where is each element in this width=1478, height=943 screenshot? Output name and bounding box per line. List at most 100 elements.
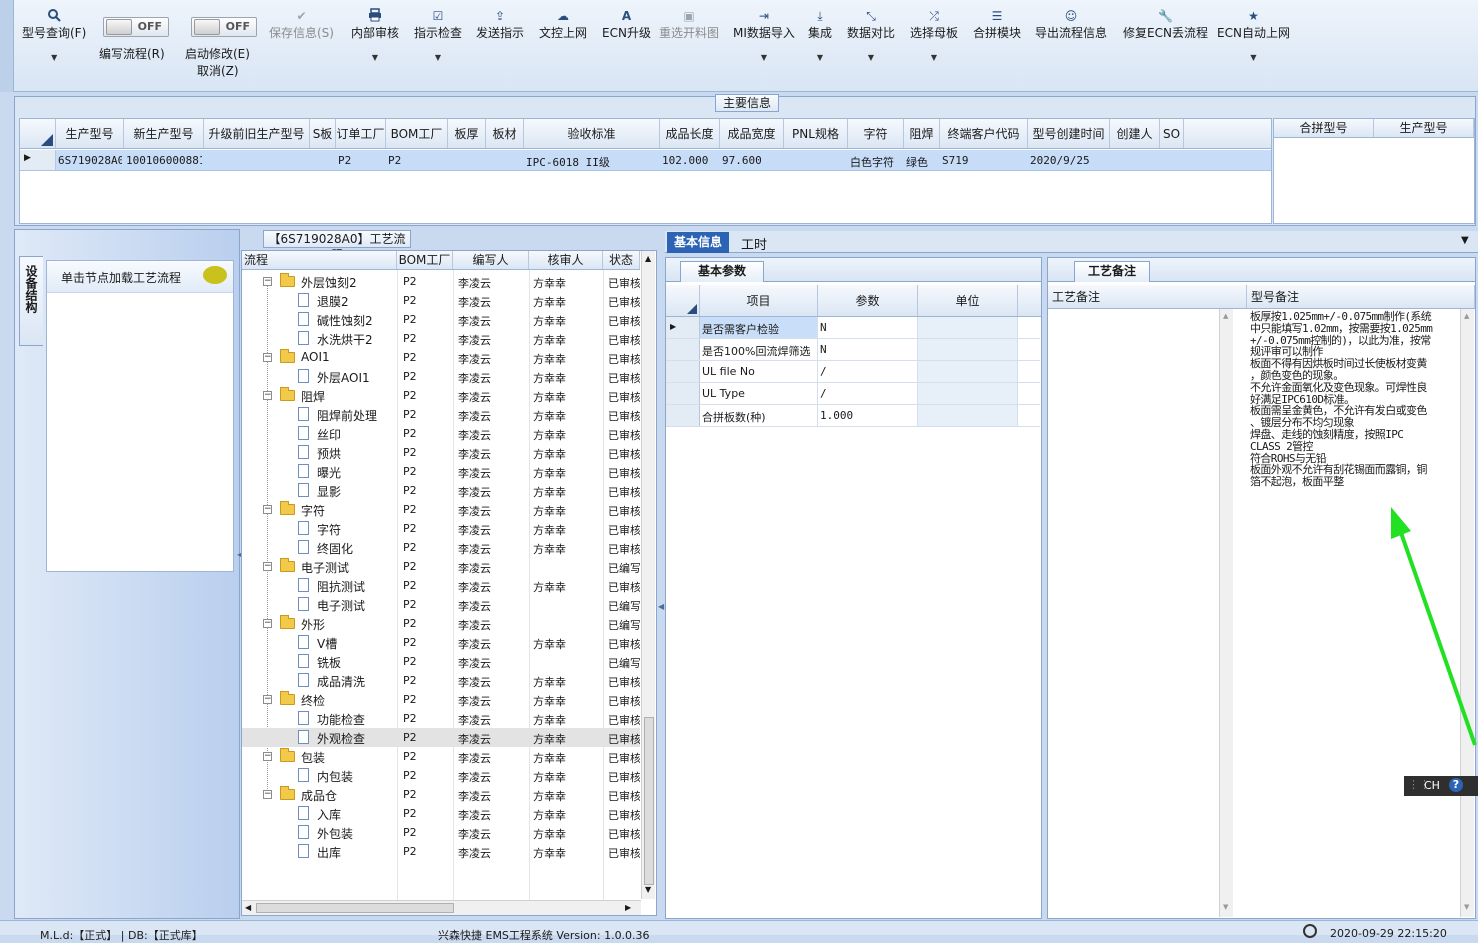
table-row[interactable]: 是否100%回流焊筛选 N xyxy=(666,339,1040,361)
collapse-icon[interactable]: − xyxy=(263,562,272,571)
collapse-icon[interactable]: − xyxy=(263,277,272,286)
chevron-down-icon[interactable]: ▼ xyxy=(808,53,832,62)
tree-item-row[interactable]: 阻抗测试 P2 李凌云 方幸幸 已审核 xyxy=(242,576,640,595)
col-process-notes[interactable]: 工艺备注 xyxy=(1048,285,1247,308)
main-col-16[interactable]: 创建人 xyxy=(1110,119,1160,148)
h-scroll-thumb[interactable] xyxy=(256,903,454,913)
equipment-tree[interactable]: 单击节点加载工艺流程 xyxy=(46,260,234,572)
scroll-up-icon[interactable]: ▲ xyxy=(1464,312,1469,320)
merge-module-button[interactable]: ☰ 合拼模块 xyxy=(973,8,1021,41)
main-col-7[interactable]: 板材 xyxy=(486,119,524,148)
main-cell-8[interactable]: IPC-6018 II级 xyxy=(526,154,658,170)
param-unit[interactable] xyxy=(918,405,1018,426)
tree-group-row[interactable]: − 电子测试 P2 李凌云 已编写 xyxy=(242,557,640,576)
tree-item-row[interactable]: 水洗烘干2 P2 李凌云 方幸幸 已审核 xyxy=(242,329,640,348)
row-selector[interactable] xyxy=(666,339,700,360)
main-cell-4[interactable]: P2 xyxy=(338,154,384,167)
cancel-button[interactable]: 取消(Z) xyxy=(197,62,239,79)
main-col-2[interactable]: 升级前旧生产型号 xyxy=(204,119,310,148)
tree-item-row[interactable]: 阻焊前处理 P2 李凌云 方幸幸 已审核 xyxy=(242,405,640,424)
tree-item-row[interactable]: 预烘 P2 李凌云 方幸幸 已审核 xyxy=(242,443,640,462)
tree-item-row[interactable]: 入库 P2 李凌云 方幸幸 已审核 xyxy=(242,804,640,823)
tree-group-row[interactable]: − 外层蚀刻2 P2 李凌云 方幸幸 已审核 xyxy=(242,272,640,291)
indicator-check-button[interactable]: ☑ 指示检查 ▼ xyxy=(414,8,462,62)
main-col-10[interactable]: 成品宽度 xyxy=(720,119,784,148)
param-unit[interactable] xyxy=(918,317,1018,338)
param-value[interactable]: N xyxy=(818,339,918,360)
tree-item-row[interactable]: 铣板 P2 李凌云 已编写 xyxy=(242,652,640,671)
col-writer[interactable]: 编写人 xyxy=(453,251,529,269)
param-unit[interactable] xyxy=(918,361,1018,382)
fix-ecn-button[interactable]: 🔧 修复ECN丢流程 xyxy=(1123,8,1208,41)
row-selector[interactable]: ▶ xyxy=(666,317,700,338)
param-value[interactable]: N xyxy=(818,317,918,338)
help-icon[interactable]: ? xyxy=(1449,778,1463,792)
main-col-15[interactable]: 型号创建时间 xyxy=(1028,119,1110,148)
integrate-button[interactable]: ⤓ 集成 ▼ xyxy=(808,8,832,62)
tab-menu-chevron-icon[interactable]: ▼ xyxy=(1461,235,1469,246)
main-cell-1[interactable]: 10010600088139 xyxy=(126,154,202,167)
param-unit[interactable] xyxy=(918,383,1018,404)
collapse-icon[interactable]: − xyxy=(263,695,272,704)
model-query-button[interactable]: 型号查询(F) ▼ xyxy=(22,8,86,62)
main-cell-12[interactable]: 白色字符 xyxy=(850,154,902,170)
main-col-5[interactable]: BOM工厂 xyxy=(386,119,448,148)
scroll-down-icon[interactable]: ▼ xyxy=(1464,903,1469,911)
main-cell-14[interactable]: S719 xyxy=(942,154,1026,167)
scroll-thumb[interactable] xyxy=(644,717,654,885)
reselect-cut-button[interactable]: ▣ 重选开料图 xyxy=(659,8,719,41)
chevron-down-icon[interactable]: ▼ xyxy=(733,53,795,62)
select-mother-board-button[interactable]: ⤮ 选择母板 ▼ xyxy=(910,8,958,62)
write-flow-toggle[interactable]: OFF xyxy=(103,17,169,37)
collapse-icon[interactable]: − xyxy=(263,353,272,362)
scroll-right-icon[interactable]: ▶ xyxy=(625,903,631,912)
tree-group-row[interactable]: − AOI1 P2 李凌云 方幸幸 已审核 xyxy=(242,348,640,367)
tree-item-row[interactable]: 显影 P2 李凌云 方幸幸 已审核 xyxy=(242,481,640,500)
main-cell-13[interactable]: 绿色 xyxy=(906,154,938,170)
table-row[interactable]: 合拼板数(种) 1.000 xyxy=(666,405,1040,427)
tree-group-row[interactable]: − 包装 P2 李凌云 方幸幸 已审核 xyxy=(242,747,640,766)
basic-params-tab[interactable]: 基本参数 xyxy=(680,261,764,282)
ime-widget[interactable]: ⋮⋮ CH ? xyxy=(1404,776,1478,796)
param-value[interactable]: / xyxy=(818,383,918,404)
export-flow-button[interactable]: ☺ 导出流程信息 xyxy=(1035,8,1107,41)
merge-col-model[interactable]: 合拼型号 xyxy=(1274,119,1374,137)
param-value[interactable]: / xyxy=(818,361,918,382)
col-reviewer[interactable]: 核审人 xyxy=(529,251,603,269)
main-col-12[interactable]: 字符 xyxy=(848,119,904,148)
process-notes-tab[interactable]: 工艺备注 xyxy=(1074,261,1150,282)
process-horizontal-scrollbar[interactable]: ◀ ▶ xyxy=(242,900,641,915)
data-compare-button[interactable]: ⤡ 数据对比 ▼ xyxy=(847,8,895,62)
col-item[interactable]: 项目 xyxy=(700,285,818,316)
chevron-down-icon[interactable]: ▼ xyxy=(910,53,958,62)
main-col-11[interactable]: PNL规格 xyxy=(784,119,848,148)
tree-item-row[interactable]: 碱性蚀刻2 P2 李凌云 方幸幸 已审核 xyxy=(242,310,640,329)
scroll-left-icon[interactable]: ◀ xyxy=(245,903,251,912)
table-row[interactable]: ▶ 6S719028A0 10010600088139 P2 P2 IPC-6018 I… xyxy=(20,150,1271,171)
tree-item-row[interactable]: 终固化 P2 李凌云 方幸幸 已审核 xyxy=(242,538,640,557)
collapse-icon[interactable]: − xyxy=(263,752,272,761)
main-cell-10[interactable]: 97.600 xyxy=(722,154,782,167)
send-indicator-button[interactable]: ⇪ 发送指示 xyxy=(476,8,524,41)
col-param[interactable]: 参数 xyxy=(818,285,918,316)
tree-item-row[interactable]: 电子测试 P2 李凌云 已编写 xyxy=(242,595,640,614)
table-row[interactable]: UL Type / xyxy=(666,383,1040,405)
chevron-down-icon[interactable]: ▼ xyxy=(847,53,895,62)
row-selector[interactable] xyxy=(666,405,700,426)
chevron-down-icon[interactable]: ▼ xyxy=(351,53,399,62)
chevron-down-icon[interactable]: ▼ xyxy=(22,53,86,62)
scroll-up-icon[interactable]: ▲ xyxy=(645,254,651,263)
tree-group-row[interactable]: − 字符 P2 李凌云 方幸幸 已审核 xyxy=(242,500,640,519)
tree-item-row[interactable]: 外包装 P2 李凌云 方幸幸 已审核 xyxy=(242,823,640,842)
col-bom-factory[interactable]: BOM工厂 xyxy=(397,251,453,269)
row-selector[interactable] xyxy=(666,361,700,382)
tree-group-row[interactable]: − 外形 P2 李凌云 已编写 xyxy=(242,614,640,633)
main-col-3[interactable]: S板 xyxy=(310,119,336,148)
scroll-up-icon[interactable]: ▲ xyxy=(1223,312,1228,320)
tree-group-row[interactable]: − 成品仓 P2 李凌云 方幸幸 已审核 xyxy=(242,785,640,804)
scroll-down-icon[interactable]: ▼ xyxy=(1223,903,1228,911)
main-col-13[interactable]: 阻焊 xyxy=(904,119,940,148)
main-col-9[interactable]: 成品长度 xyxy=(660,119,720,148)
main-col-17[interactable]: SO xyxy=(1160,119,1184,148)
collapse-icon[interactable]: − xyxy=(263,619,272,628)
